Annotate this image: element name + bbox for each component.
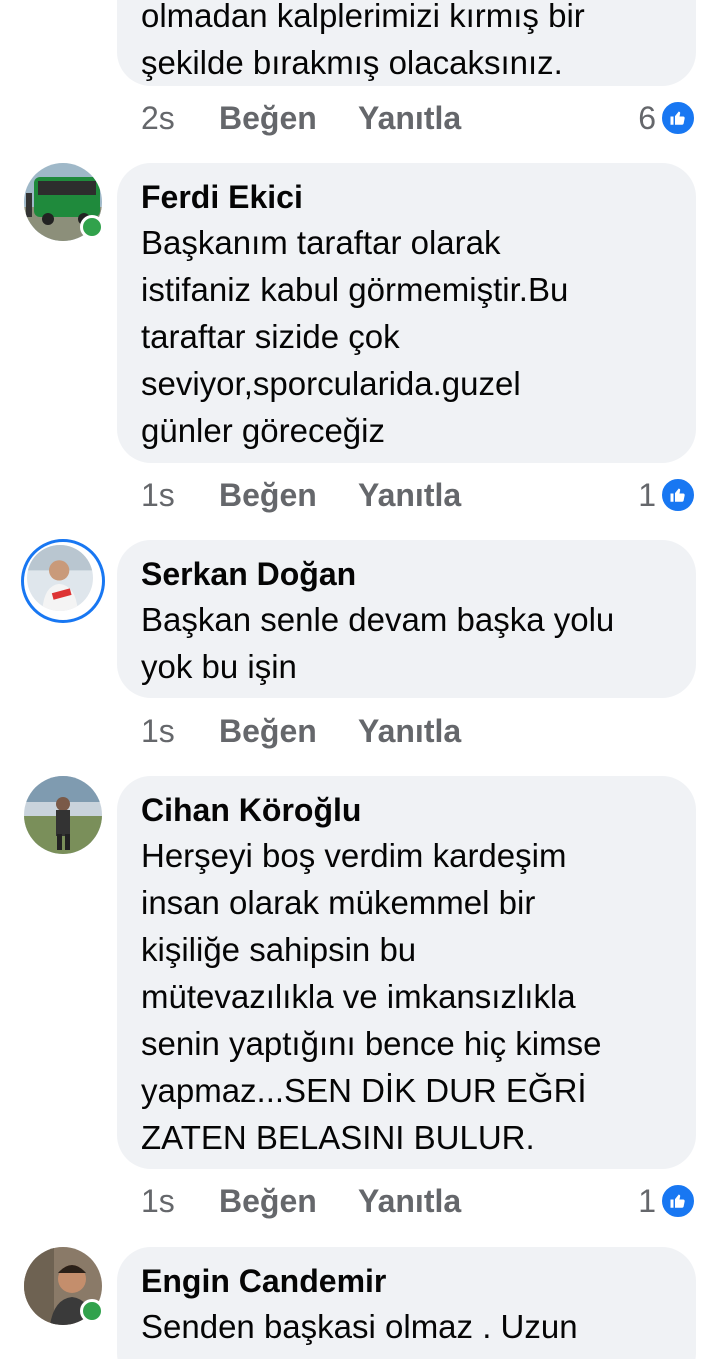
- reaction-count-value: 1: [638, 476, 656, 513]
- thumbs-up-icon: [660, 100, 696, 136]
- comment-actions: 1s Beğen Yanıtla 1: [141, 1179, 696, 1223]
- reply-button[interactable]: Yanıtla: [358, 1183, 461, 1220]
- reaction-count[interactable]: 1: [638, 473, 696, 517]
- comment-text: Başkanım taraftar olarak istifaniz kabul…: [141, 224, 569, 449]
- comment-author[interactable]: Cihan Köroğlu: [141, 788, 672, 832]
- comment-bubble: Ferdi Ekici Başkanım taraftar olarak ist…: [117, 163, 696, 463]
- avatar-wrapper[interactable]: [24, 1247, 104, 1325]
- comment-bubble: Engin Candemir Senden başkasi olmaz . Uz…: [117, 1247, 696, 1359]
- comment-author[interactable]: Engin Candemir: [141, 1259, 672, 1303]
- comment-text: Başkan senle devam başka yolu yok bu işi…: [141, 601, 615, 685]
- online-status-dot: [80, 1299, 104, 1323]
- online-status-dot: [80, 215, 104, 239]
- avatar-wrapper[interactable]: [24, 163, 104, 241]
- comment-timestamp: 1s: [141, 712, 175, 749]
- reaction-count[interactable]: 1: [638, 1179, 696, 1223]
- thumbs-up-icon: [660, 1183, 696, 1219]
- like-button[interactable]: Beğen: [219, 1183, 358, 1220]
- comment-actions: 1s Beğen Yanıtla: [141, 709, 696, 753]
- comment-actions: 2s Beğen Yanıtla 6: [141, 96, 696, 140]
- comment-text: olmadan kalplerimizi kırmış bir şekilde …: [141, 0, 585, 81]
- reaction-count-value: 1: [638, 1182, 656, 1219]
- comment-actions: 1s Beğen Yanıtla 1: [141, 473, 696, 517]
- comment-bubble: Serkan Doğan Başkan senle devam başka yo…: [117, 540, 696, 698]
- like-button[interactable]: Beğen: [219, 477, 358, 514]
- avatar: [27, 545, 93, 611]
- reaction-count[interactable]: 6: [638, 96, 696, 140]
- comment-text: Herşeyi boş verdim kardeşim insan olarak…: [141, 837, 602, 1156]
- like-button[interactable]: Beğen: [219, 713, 358, 750]
- comment-timestamp: 1s: [141, 1182, 175, 1219]
- avatar-wrapper[interactable]: [21, 539, 105, 623]
- comment-timestamp: 1s: [141, 476, 175, 513]
- comment-author[interactable]: Serkan Doğan: [141, 552, 672, 596]
- reply-button[interactable]: Yanıtla: [358, 477, 461, 514]
- reply-button[interactable]: Yanıtla: [358, 713, 461, 750]
- reply-button[interactable]: Yanıtla: [358, 100, 461, 137]
- reaction-count-value: 6: [638, 99, 656, 136]
- avatar-wrapper[interactable]: [24, 776, 102, 854]
- comment-author[interactable]: Ferdi Ekici: [141, 175, 672, 219]
- comment-text: Senden başkasi olmaz . Uzun: [141, 1308, 578, 1345]
- comments-feed: olmadan kalplerimizi kırmış bir şekilde …: [0, 0, 720, 1359]
- thumbs-up-icon: [660, 477, 696, 513]
- comment-bubble: Cihan Köroğlu Herşeyi boş verdim kardeşi…: [117, 776, 696, 1169]
- comment-timestamp: 2s: [141, 99, 175, 136]
- avatar: [24, 776, 102, 854]
- like-button[interactable]: Beğen: [219, 100, 358, 137]
- comment-bubble: olmadan kalplerimizi kırmış bir şekilde …: [117, 0, 696, 86]
